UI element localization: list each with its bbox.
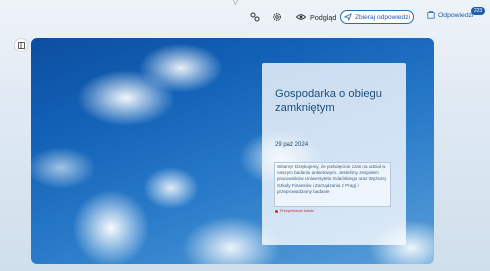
responses-count-badge: 223 — [471, 7, 486, 15]
survey-description[interactable]: Witamy! Dziękujemy, że poświęcicie czas … — [274, 162, 391, 207]
responses-button[interactable]: Odpowiedzi — [427, 11, 474, 19]
send-icon — [344, 13, 352, 21]
responses-icon — [427, 11, 435, 19]
preview-label: Podgląd — [310, 12, 337, 22]
survey-cover-canvas: Gospodarka o obiegu zamkniętym 29 paź 20… — [31, 38, 434, 264]
settings-button[interactable] — [270, 10, 284, 24]
survey-title[interactable]: Gospodarka o obiegu zamkniętym — [275, 87, 399, 115]
preview-button[interactable]: Podgląd — [294, 10, 336, 24]
eye-icon — [294, 10, 308, 24]
sidebar-toggle-icon — [17, 41, 25, 49]
survey-date: 29 paź 2024 — [275, 142, 309, 148]
share-icon — [248, 10, 262, 24]
sidebar-toggle-button[interactable] — [14, 38, 28, 52]
caret-icon: ▽ — [232, 0, 239, 6]
responses-label: Odpowiedzi — [438, 11, 474, 19]
gear-icon — [270, 10, 284, 24]
error-icon — [275, 209, 278, 213]
top-toolbar: ▽ Podgląd Zbieraj odpowiedzi Odpowiedzi … — [0, 0, 490, 34]
error-text: Przepełnienie tekstu — [280, 209, 315, 213]
collect-responses-label: Zbieraj odpowiedzi — [355, 13, 410, 21]
text-overflow-warning: Przepełnienie tekstu — [275, 209, 314, 213]
collect-responses-button[interactable]: Zbieraj odpowiedzi — [340, 10, 414, 24]
cover-card[interactable]: Gospodarka o obiegu zamkniętym 29 paź 20… — [262, 63, 406, 245]
share-button[interactable] — [248, 10, 262, 24]
